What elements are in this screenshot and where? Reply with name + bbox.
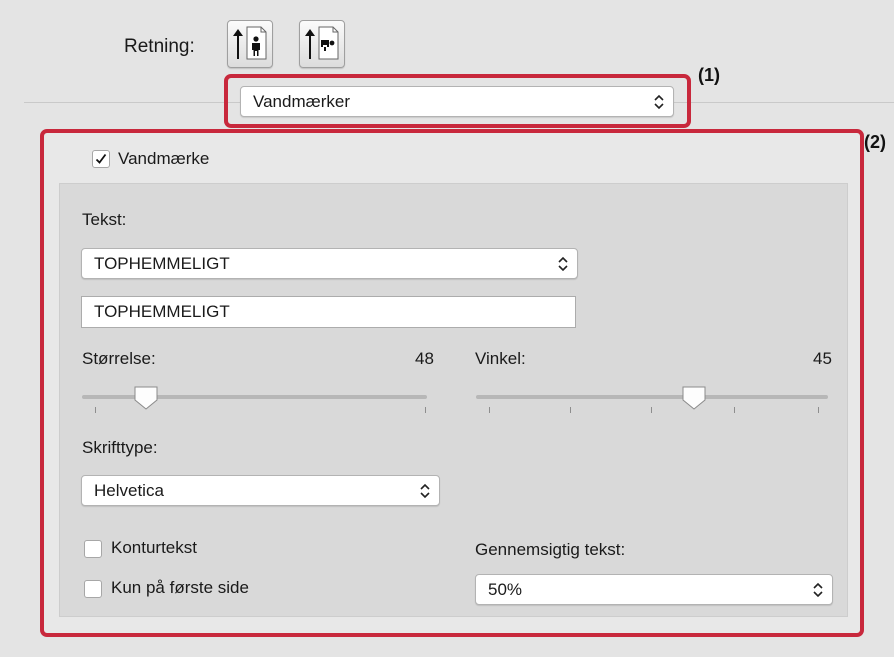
landscape-orientation-icon [305,26,339,60]
slider-tick [95,407,96,413]
callout-label-1: (1) [698,65,720,85]
orientation-label: Retning: [124,36,195,57]
portrait-orientation-icon [233,26,267,60]
chevron-up-down-icon [558,256,568,272]
text-select-value: TOPHEMMELIGT [94,254,230,273]
checkmark-icon [95,153,107,164]
angle-slider-track[interactable] [476,395,828,399]
font-select[interactable]: Helvetica [81,475,440,506]
font-label: Skrifttype: [82,438,158,457]
panel-select[interactable]: Vandmærker [240,86,674,117]
text-select[interactable]: TOPHEMMELIGT [81,248,578,279]
panel-select-value: Vandmærker [253,92,350,111]
angle-label: Vinkel: [475,349,526,368]
transparency-label: Gennemsigtig tekst: [475,540,626,559]
size-slider-thumb[interactable] [132,385,160,411]
watermark-text-field[interactable]: TOPHEMMELIGT [81,296,576,328]
transparency-select-value: 50% [488,580,523,599]
text-label: Tekst: [82,210,127,229]
landscape-orientation-button[interactable] [299,20,345,68]
transparency-select[interactable]: 50% [475,574,833,605]
font-select-value: Helvetica [94,481,164,500]
slider-tick [570,407,571,413]
portrait-orientation-button[interactable] [227,20,273,68]
outline-text-checkbox[interactable] [84,540,102,558]
watermark-checkbox-label: Vandmærke [118,149,210,168]
slider-tick [734,407,735,413]
watermark-checkbox[interactable] [92,150,110,168]
chevron-up-down-icon [813,582,823,598]
angle-slider-thumb[interactable] [680,385,708,411]
slider-tick [651,407,652,413]
outline-text-label: Konturtekst [111,538,197,557]
slider-tick [489,407,490,413]
chevron-up-down-icon [420,483,430,499]
first-page-only-checkbox[interactable] [84,580,102,598]
callout-label-2: (2) [864,132,886,152]
first-page-only-label: Kun på første side [111,578,249,597]
angle-value: 45 [813,349,832,368]
slider-tick [818,407,819,413]
slider-tick [425,407,426,413]
size-value: 48 [415,349,434,368]
chevron-up-down-icon [654,94,664,110]
size-label: Størrelse: [82,349,156,368]
